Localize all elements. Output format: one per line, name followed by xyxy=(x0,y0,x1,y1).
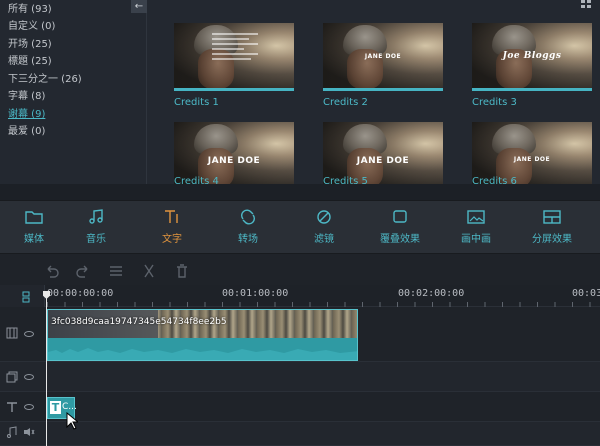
tool-filter[interactable]: 滤镜 xyxy=(294,209,354,245)
tool-media[interactable]: 媒体 xyxy=(4,209,64,245)
tool-pip[interactable]: 画中画 xyxy=(446,209,506,245)
credits-6-thumbnail[interactable]: JANE DOE xyxy=(472,122,592,184)
delete-icon[interactable] xyxy=(174,263,190,279)
split-screen-icon xyxy=(543,210,561,224)
timecode-0: 00:00:00:00 xyxy=(47,288,114,299)
timecode-3: 00:03 xyxy=(572,288,600,299)
tool-overlay-label: 覆叠效果 xyxy=(380,234,420,245)
mouse-cursor-icon xyxy=(66,412,78,430)
credits-3-label[interactable]: Credits 3 xyxy=(472,97,517,108)
playhead[interactable] xyxy=(46,297,47,446)
adjust-icon[interactable] xyxy=(108,263,124,279)
cut-icon[interactable] xyxy=(141,263,157,279)
category-lower-thirds[interactable]: 下三分之一 (26) xyxy=(8,70,82,85)
redo-icon[interactable] xyxy=(75,263,91,279)
category-sidebar: 所有 (93) 自定义 (0) 开场 (25) 標題 (25) 下三分之一 (2… xyxy=(0,0,147,184)
credits-5-label[interactable]: Credits 5 xyxy=(323,176,368,186)
film-icon xyxy=(6,327,18,339)
music-note-icon xyxy=(7,426,17,438)
credits-3-title: Joe Bloggs xyxy=(502,51,562,61)
credits-5-title: JANE DOE xyxy=(356,156,410,166)
category-titles[interactable]: 標題 (25) xyxy=(8,52,52,67)
tool-overlay[interactable]: 覆叠效果 xyxy=(370,209,430,245)
overlay-track-icon xyxy=(6,371,18,383)
credits-4-title: JANE DOE xyxy=(207,156,261,166)
tool-transition[interactable]: 转场 xyxy=(218,209,278,245)
credits-6-label[interactable]: Credits 6 xyxy=(472,176,517,186)
credits-4-label[interactable]: Credits 4 xyxy=(174,176,219,186)
eye-icon[interactable] xyxy=(24,331,34,337)
tool-text-label: 文字 xyxy=(162,234,182,245)
category-opener[interactable]: 开场 (25) xyxy=(8,35,52,50)
tool-music[interactable]: 音乐 xyxy=(66,209,126,245)
video-clip-name: 3fc038d9caa19747345e54734f8ee2b5 xyxy=(51,317,227,327)
tool-media-label: 媒体 xyxy=(24,234,44,245)
title-library: 所有 (93) 自定义 (0) 开场 (25) 標題 (25) 下三分之一 (2… xyxy=(0,0,600,200)
grid-view-icon[interactable] xyxy=(581,0,593,10)
tool-pip-label: 画中画 xyxy=(461,234,491,245)
video-clip[interactable]: 3fc038d9caa19747345e54734f8ee2b5 xyxy=(47,309,358,361)
category-credits[interactable]: 谢幕 (9) xyxy=(8,105,45,120)
tool-filter-label: 滤镜 xyxy=(314,234,334,245)
overlay-icon xyxy=(393,210,407,223)
credits-1-label[interactable]: Credits 1 xyxy=(174,97,219,108)
tool-transition-label: 转场 xyxy=(238,234,258,245)
title-clip-name: C... xyxy=(62,402,77,412)
title-track xyxy=(0,392,600,422)
audio-waveform xyxy=(48,348,357,360)
text-icon: T xyxy=(50,401,61,414)
timecode-2: 00:02:00:00 xyxy=(398,288,465,299)
undo-icon[interactable] xyxy=(44,263,60,279)
credits-5-thumbnail[interactable]: JANE DOE xyxy=(323,122,443,184)
eye-icon[interactable] xyxy=(24,374,34,380)
category-subtitles[interactable]: 字幕 (8) xyxy=(8,87,45,102)
music-note-icon xyxy=(89,209,103,224)
tool-split-screen[interactable]: 分屏效果 xyxy=(522,209,582,245)
credits-4-thumbnail[interactable]: JANE DOE xyxy=(174,122,294,184)
category-favorites[interactable]: 最爱 (0) xyxy=(8,122,45,137)
speaker-icon[interactable] xyxy=(23,427,35,437)
credits-2-thumbnail[interactable]: JANE DOE xyxy=(323,23,443,91)
category-custom[interactable]: 自定义 (0) xyxy=(8,17,55,32)
category-all[interactable]: 所有 (93) xyxy=(8,0,52,15)
text-track-icon xyxy=(7,402,17,412)
credits-6-title: JANE DOE xyxy=(513,156,551,163)
eye-icon[interactable] xyxy=(24,404,34,410)
folder-icon xyxy=(25,211,43,224)
media-toolbar: 媒体 音乐 文字 转场 滤镜 覆叠效果 画中画 分屏效果 xyxy=(0,200,600,254)
library-footer: Credits 4 Credits 5 Credits 6 xyxy=(0,176,600,200)
arrow-left-icon[interactable]: ← xyxy=(131,0,147,13)
tool-split-screen-label: 分屏效果 xyxy=(532,234,572,245)
filter-icon xyxy=(317,210,331,224)
credits-2-label[interactable]: Credits 2 xyxy=(323,97,368,108)
timecode-1: 00:01:00:00 xyxy=(222,288,289,299)
text-icon xyxy=(165,210,178,223)
edit-toolbar xyxy=(0,255,600,285)
tool-text[interactable]: 文字 xyxy=(142,209,202,245)
picture-in-picture-icon xyxy=(467,210,485,224)
credits-1-thumbnail[interactable] xyxy=(174,23,294,91)
credits-3-thumbnail[interactable]: Joe Bloggs xyxy=(472,23,592,91)
tool-music-label: 音乐 xyxy=(86,234,106,245)
transition-icon xyxy=(240,209,256,225)
editor-window: 所有 (93) 自定义 (0) 开场 (25) 標題 (25) 下三分之一 (2… xyxy=(0,0,600,446)
overlay-track xyxy=(0,362,600,392)
audio-track xyxy=(0,422,600,446)
credits-2-title: JANE DOE xyxy=(364,53,402,60)
snap-icon[interactable] xyxy=(22,291,30,303)
